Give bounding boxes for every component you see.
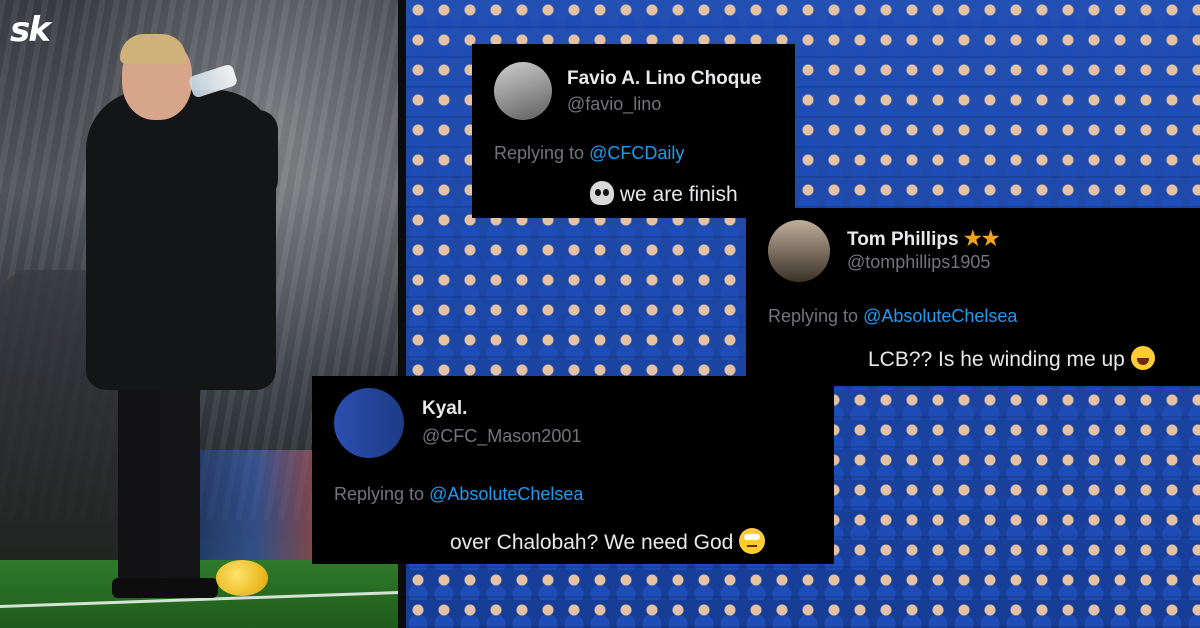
tweet-card[interactable]: Tom Phillips ★★ @tomphillips1905 Replyin… (746, 208, 1200, 386)
mention-link[interactable]: @AbsoluteChelsea (429, 484, 583, 504)
tweet-body: over Chalobah? We need God (450, 531, 734, 554)
replying-prefix: Replying to (768, 306, 859, 326)
coach-hair (120, 34, 186, 64)
mention-link[interactable]: @CFCDaily (589, 143, 684, 163)
tweet-text: LCB?? Is he winding me up (868, 346, 1155, 372)
tweet-card[interactable]: Favio A. Lino Choque @favio_lino Replyin… (472, 44, 795, 218)
display-name[interactable]: Kyal. (422, 398, 467, 420)
display-name[interactable]: Tom Phillips ★★ (847, 226, 1000, 251)
replying-line: Replying to @AbsoluteChelsea (334, 484, 583, 505)
user-handle[interactable]: @CFC_Mason2001 (422, 426, 581, 447)
tweet-text: over Chalobah? We need God (450, 528, 766, 555)
star-badge-icon: ★★ (963, 228, 1000, 250)
replying-prefix: Replying to (494, 143, 585, 163)
user-handle[interactable]: @favio_lino (567, 94, 661, 115)
football (216, 560, 268, 596)
brand-logo: sk (10, 10, 51, 50)
user-handle[interactable]: @tomphillips1905 (847, 252, 990, 273)
mention-link[interactable]: @AbsoluteChelsea (863, 306, 1017, 326)
display-name[interactable]: Favio A. Lino Choque (567, 68, 762, 90)
skull-emoji-icon (590, 181, 614, 205)
avatar[interactable] (494, 62, 552, 120)
coach-arm (220, 110, 278, 200)
rolling-eyes-emoji-icon (739, 528, 766, 554)
replying-prefix: Replying to (334, 484, 425, 504)
display-name-text: Tom Phillips (847, 229, 959, 250)
avatar[interactable] (334, 388, 404, 458)
replying-line: Replying to @AbsoluteChelsea (768, 306, 1017, 327)
laughing-emoji-icon (1130, 346, 1155, 370)
coach-leg (118, 385, 162, 585)
coach-leg (160, 385, 200, 585)
tweet-text: we are finish (590, 181, 738, 207)
replying-line: Replying to @CFCDaily (494, 143, 684, 164)
avatar[interactable] (768, 220, 830, 282)
coach-shoe (160, 578, 218, 598)
tweet-body: LCB?? Is he winding me up (868, 348, 1125, 371)
tweet-body: we are finish (619, 183, 738, 206)
tweet-card[interactable]: Kyal. @CFC_Mason2001 Replying to @Absolu… (312, 376, 834, 564)
